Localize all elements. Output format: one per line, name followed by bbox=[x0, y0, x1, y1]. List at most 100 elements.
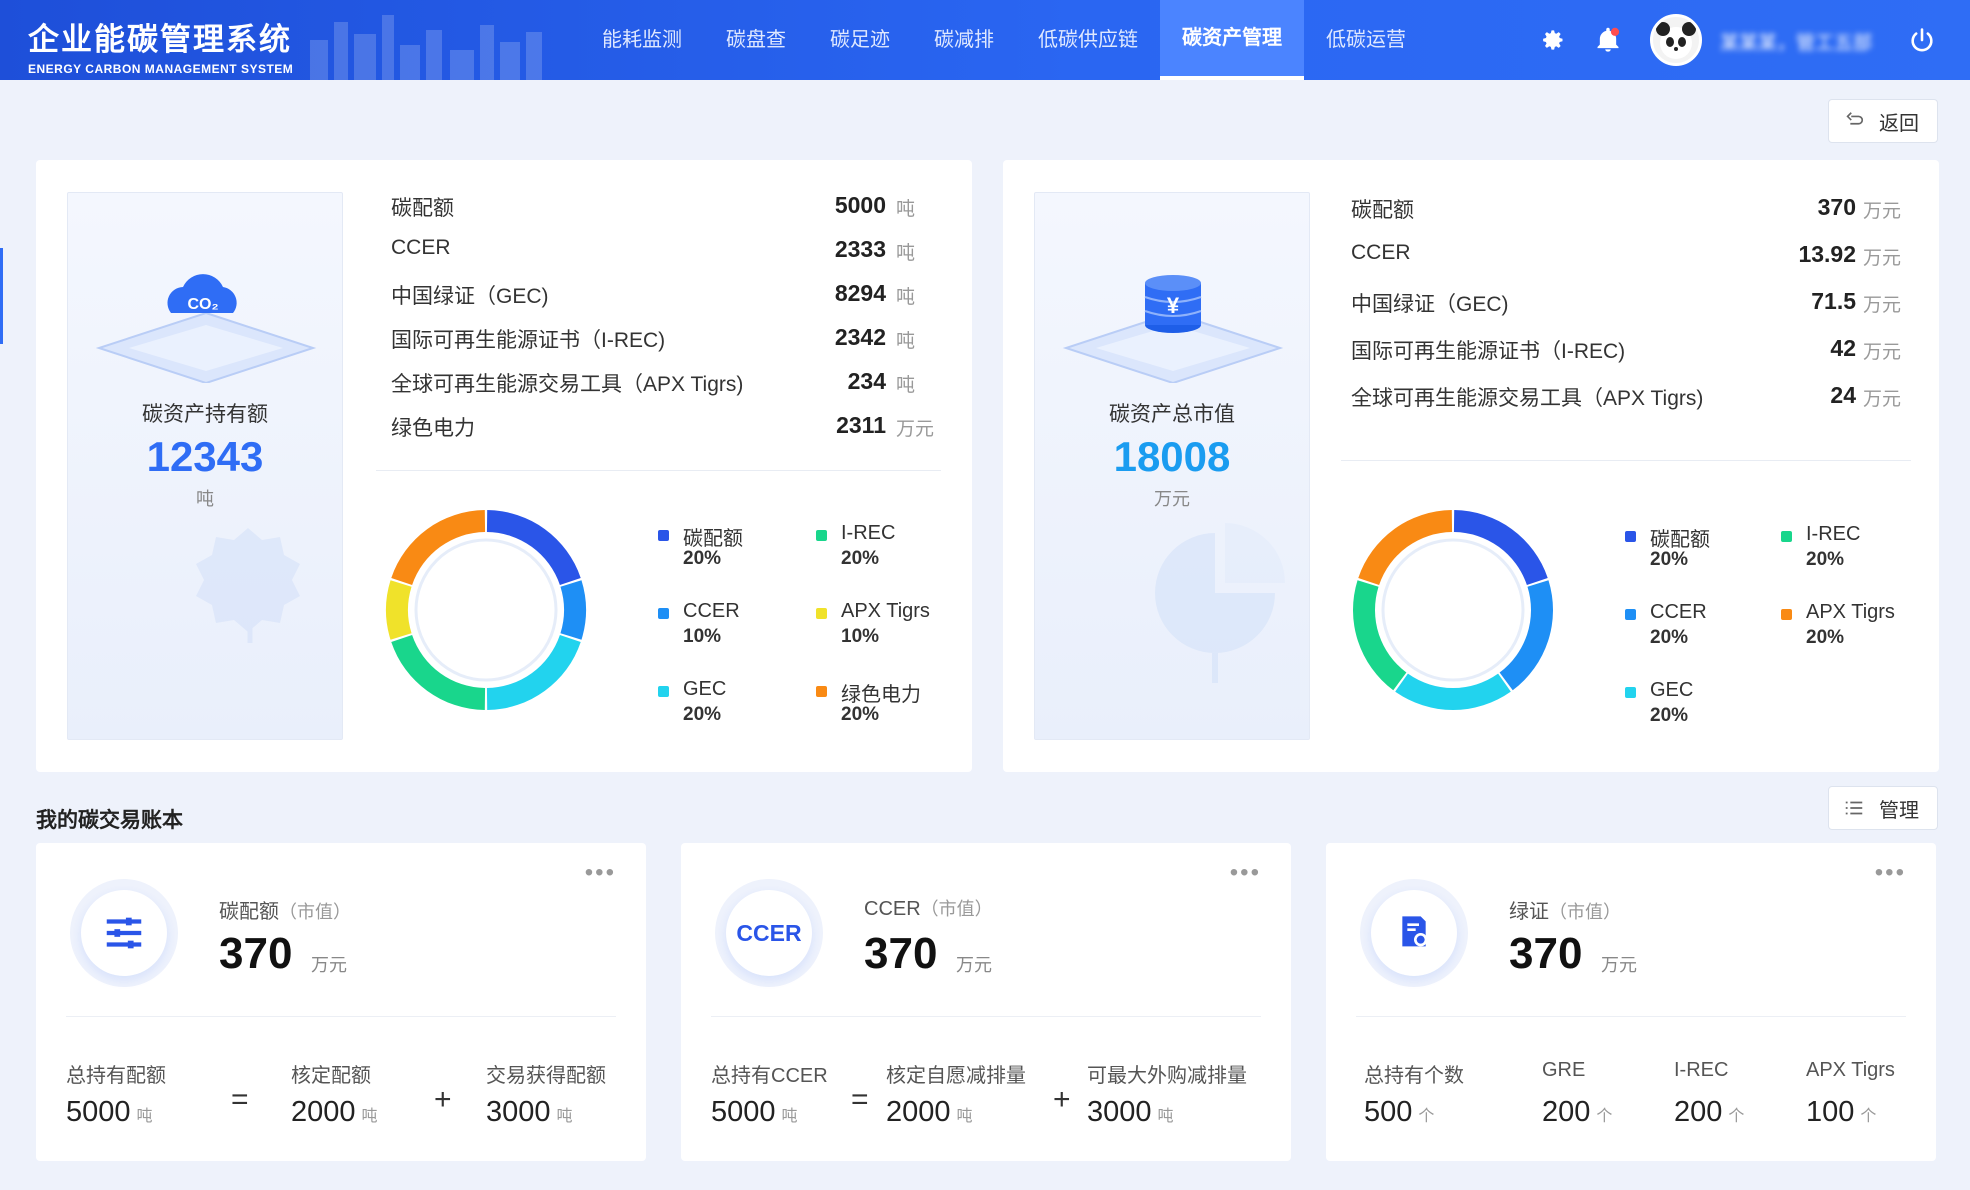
legend-percent: 20% bbox=[1806, 549, 1845, 570]
stat-number: 5000 bbox=[711, 1096, 776, 1128]
nav-item-carbon-asset-management[interactable]: 碳资产管理 bbox=[1160, 0, 1304, 80]
market-hero-label: 碳资产总市值 bbox=[1109, 403, 1235, 426]
legend-name: I-REC bbox=[1806, 523, 1861, 545]
legend-name: I-REC bbox=[841, 522, 896, 544]
legend-percent: 10% bbox=[841, 626, 880, 647]
metric-unit: 万元 bbox=[1863, 248, 1902, 269]
stat-label: 可最大外购减排量 bbox=[1087, 1065, 1247, 1087]
card-unit: 万元 bbox=[1601, 955, 1637, 975]
holdings-hero-value: 12343 bbox=[146, 433, 264, 480]
legend-swatch bbox=[1625, 609, 1636, 620]
equals-operator: = bbox=[851, 1083, 869, 1116]
stat-unit: 个 bbox=[1860, 1108, 1877, 1125]
plus-operator: + bbox=[434, 1083, 452, 1116]
stat-unit: 吨 bbox=[136, 1108, 153, 1125]
pie-chart-decoration bbox=[1155, 523, 1285, 683]
legend-name: CCER bbox=[683, 600, 740, 622]
ledger-card-ccer: CCER CCER（市值） 370 万元 ••• 总持有CCER 5000 吨 =… bbox=[681, 843, 1291, 1161]
card-divider bbox=[66, 1016, 616, 1017]
user-name[interactable]: 某某某，管工五部 bbox=[1720, 28, 1872, 55]
card-unit: 万元 bbox=[956, 955, 992, 975]
carbon-market-value-card: ¥ 碳资产总市值 18008 万元 碳配额 370 万元 CCER 13.92 … bbox=[1003, 160, 1939, 772]
metric-name: 全球可再生能源交易工具（APX Tigrs) bbox=[391, 373, 744, 396]
nav-item-energy-monitoring[interactable]: 能耗监测 bbox=[580, 0, 704, 80]
svg-text:¥: ¥ bbox=[1167, 293, 1180, 318]
nav-item-low-carbon-supply-chain[interactable]: 低碳供应链 bbox=[1016, 0, 1160, 80]
stat-label: 总持有CCER bbox=[711, 1065, 828, 1087]
legend-name: CCER bbox=[1650, 601, 1707, 623]
app-logo[interactable]: 企业能碳管理系统 ENERGY CARBON MANAGEMENT SYSTEM bbox=[28, 14, 293, 76]
donut-inner-ring bbox=[414, 538, 558, 682]
stat-value: 3000 吨 bbox=[486, 1096, 573, 1129]
quota-icon-circle bbox=[70, 879, 178, 987]
legend-percent: 20% bbox=[683, 548, 722, 569]
card-value: 370 bbox=[864, 929, 938, 978]
yuan-coin-stack-icon: ¥ bbox=[1062, 275, 1284, 383]
nav-item-carbon-reduction[interactable]: 碳减排 bbox=[912, 0, 1016, 80]
notification-bell-icon[interactable] bbox=[1588, 20, 1628, 60]
metric-value: 2333 bbox=[834, 236, 886, 262]
metric-name: CCER bbox=[391, 236, 451, 259]
card-title-text: 碳配额 bbox=[219, 901, 279, 923]
list-icon bbox=[1845, 801, 1863, 815]
card-divider bbox=[711, 1016, 1261, 1017]
nav-item-carbon-inventory[interactable]: 碳盘查 bbox=[704, 0, 808, 80]
card-unit: 万元 bbox=[311, 955, 347, 975]
back-button[interactable]: 返回 bbox=[1828, 99, 1938, 143]
legend-percent: 20% bbox=[1650, 627, 1689, 648]
stat-value: 500 个 bbox=[1364, 1096, 1434, 1129]
user-avatar[interactable] bbox=[1650, 14, 1702, 66]
nav-item-low-carbon-operations[interactable]: 低碳运营 bbox=[1304, 0, 1428, 80]
power-logout-icon[interactable] bbox=[1902, 20, 1942, 60]
holdings-hero-panel: CO₂ 碳资产持有额 12343 吨 bbox=[67, 192, 343, 740]
stat-value: 3000 吨 bbox=[1087, 1096, 1174, 1129]
stat-number: 3000 bbox=[1087, 1096, 1152, 1128]
card-title: CCER（市值） bbox=[864, 895, 993, 921]
stat-number: 500 bbox=[1364, 1096, 1413, 1128]
market-hero-panel: ¥ 碳资产总市值 18008 万元 bbox=[1034, 192, 1310, 740]
stat-number: 3000 bbox=[486, 1096, 551, 1128]
more-options-icon[interactable]: ••• bbox=[585, 859, 616, 887]
stat-number: 200 bbox=[1542, 1096, 1591, 1128]
legend-swatch bbox=[816, 608, 827, 619]
legend-name: 碳配额 bbox=[683, 528, 743, 550]
legend-percent: 20% bbox=[1806, 627, 1845, 648]
nav-item-carbon-footprint[interactable]: 碳足迹 bbox=[808, 0, 912, 80]
metric-value: 8294 bbox=[834, 280, 886, 306]
stat-unit: 吨 bbox=[361, 1108, 378, 1125]
legend-swatch bbox=[658, 608, 669, 619]
stat-unit: 个 bbox=[1596, 1108, 1613, 1125]
manage-button-label: 管理 bbox=[1879, 799, 1919, 822]
metric-value: 2342 bbox=[834, 324, 886, 350]
metric-name: 碳配额 bbox=[391, 197, 454, 220]
legend-percent: 20% bbox=[683, 704, 722, 725]
legend-percent: 10% bbox=[683, 626, 722, 647]
card-title: 绿证（市值） bbox=[1509, 895, 1621, 924]
manage-button[interactable]: 管理 bbox=[1828, 786, 1938, 830]
ledger-card-green-certificate: 绿证（市值） 370 万元 ••• 总持有个数 500 个 GRE 200 个 I-… bbox=[1326, 843, 1936, 1161]
metric-unit: 万元 bbox=[896, 419, 935, 440]
stat-label: 交易获得配额 bbox=[486, 1065, 606, 1087]
more-options-icon[interactable]: ••• bbox=[1875, 859, 1906, 887]
metric-value: 13.92 bbox=[1798, 241, 1856, 267]
certificate-document-icon bbox=[1402, 916, 1428, 947]
stat-label: 总持有个数 bbox=[1364, 1065, 1464, 1087]
card-title-sub: （市值） bbox=[279, 902, 351, 922]
market-hero-unit: 万元 bbox=[1154, 489, 1190, 509]
equals-operator: = bbox=[231, 1083, 249, 1116]
stat-value: 2000 吨 bbox=[886, 1096, 973, 1129]
metric-unit: 吨 bbox=[896, 331, 916, 352]
more-options-icon[interactable]: ••• bbox=[1230, 859, 1261, 887]
stat-value: 100 个 bbox=[1806, 1096, 1876, 1129]
metric-unit: 万元 bbox=[1863, 295, 1902, 316]
ccer-icon-circle: CCER bbox=[715, 879, 823, 987]
card-title-sub: （市值） bbox=[920, 899, 993, 919]
holdings-divider bbox=[376, 470, 941, 471]
legend-name: GEC bbox=[683, 678, 727, 700]
market-donut-chart bbox=[1353, 510, 1553, 710]
settings-gear-icon[interactable] bbox=[1532, 20, 1572, 60]
stat-number: 2000 bbox=[291, 1096, 356, 1128]
ccer-text-icon: CCER bbox=[736, 919, 802, 946]
metric-value: 370 bbox=[1817, 194, 1856, 220]
metric-value: 5000 bbox=[834, 192, 886, 218]
